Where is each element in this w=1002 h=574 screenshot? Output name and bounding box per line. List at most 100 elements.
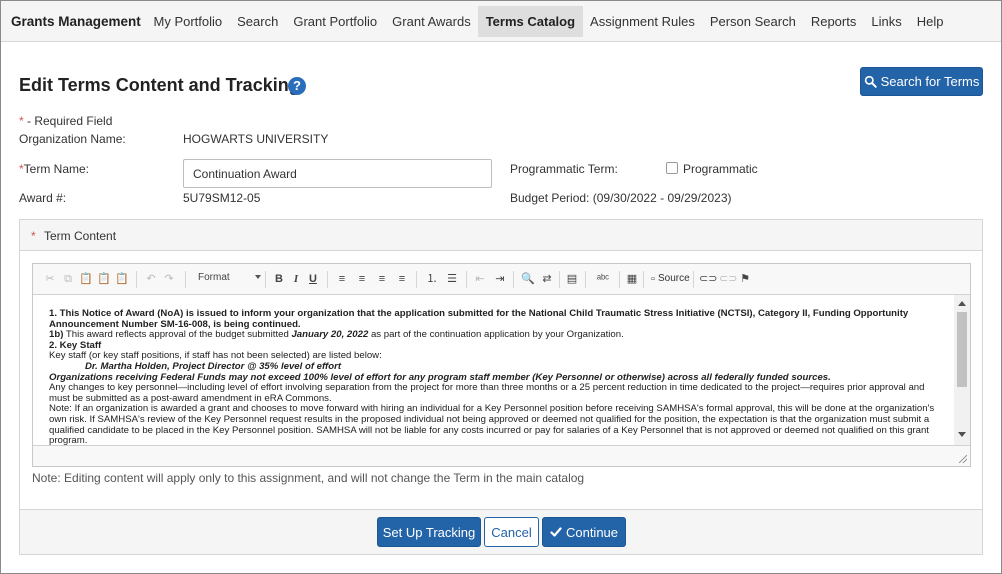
check-icon — [550, 527, 562, 537]
continue-button[interactable]: Continue — [542, 517, 626, 547]
content-key-person: Dr. Martha Holden, Project Director @ 35… — [85, 360, 342, 372]
term-name-input[interactable] — [183, 159, 492, 188]
copy-icon[interactable]: ⧉ — [61, 272, 75, 286]
indent-icon[interactable]: ⇥ — [493, 272, 507, 286]
find-icon[interactable]: 🔍 — [521, 272, 535, 286]
paste-text-icon[interactable]: 📋 — [97, 272, 111, 286]
award-number-label: Award #: — [19, 191, 67, 205]
nav-item-search[interactable]: Search — [230, 6, 286, 37]
toolbar-divider — [513, 271, 514, 288]
italic-icon[interactable]: I — [289, 272, 303, 286]
search-for-terms-button[interactable]: Search for Terms — [860, 67, 983, 96]
editor-toolbar: ✂ ⧉ 📋 📋 📋 ↶ ↷ Format B I U ≡ ≡ ≡ ≡ ⒈ ☰ ⇤ — [33, 264, 970, 295]
nav-item-person-search[interactable]: Person Search — [702, 6, 803, 37]
content-date: January 20, 2022 — [291, 329, 369, 341]
toolbar-divider — [643, 271, 644, 288]
brand[interactable]: Grants Management — [11, 14, 141, 29]
content-paragraph: Any changes to key personnel—including l… — [49, 382, 925, 404]
paste-word-icon[interactable]: 📋 — [115, 272, 129, 286]
continue-label: Continue — [565, 524, 619, 540]
toolbar-divider — [585, 271, 586, 288]
set-up-tracking-button[interactable]: Set Up Tracking — [377, 517, 481, 547]
spellcheck-icon[interactable]: ᵃᵇᶜ — [593, 272, 613, 286]
programmatic-checkbox-label[interactable]: Programmatic — [683, 162, 758, 176]
toolbar-divider — [693, 271, 694, 288]
template-icon[interactable]: ▤ — [565, 272, 579, 286]
org-name-label: Organization Name: — [19, 132, 126, 146]
nav-item-reports[interactable]: Reports — [803, 6, 864, 37]
toolbar-divider — [559, 271, 560, 288]
org-name-value: HOGWARTS UNIVERSITY — [183, 132, 329, 146]
scroll-down-icon[interactable] — [958, 432, 966, 437]
nav-item-my-portfolio[interactable]: My Portfolio — [146, 6, 230, 37]
redo-icon[interactable]: ↷ — [162, 272, 176, 286]
source-button[interactable]: Source — [658, 273, 690, 284]
link-icon[interactable]: ⊂⊃ — [699, 272, 717, 286]
required-field-note: * - Required Field — [19, 114, 112, 128]
table-icon[interactable]: ▦ — [625, 272, 639, 286]
replace-icon[interactable]: ⇄ — [540, 272, 554, 286]
editor-content[interactable]: 1. This Notice of Award (NoA) is issued … — [33, 295, 954, 445]
term-content-panel: * Term Content ✂ ⧉ 📋 📋 📋 ↶ ↷ Format B I … — [19, 219, 983, 510]
anchor-flag-icon[interactable]: ⚑ — [738, 272, 752, 286]
required-field-text: - Required Field — [23, 114, 113, 128]
rich-text-editor: ✂ ⧉ 📋 📋 📋 ↶ ↷ Format B I U ≡ ≡ ≡ ≡ ⒈ ☰ ⇤ — [32, 263, 971, 467]
nav-item-assignment-rules[interactable]: Assignment Rules — [583, 6, 703, 37]
nav-item-links[interactable]: Links — [864, 6, 909, 37]
nav-item-terms-catalog[interactable]: Terms Catalog — [478, 6, 583, 37]
paste-icon[interactable]: 📋 — [79, 272, 93, 286]
content-text: This award reflects approval of the budg… — [63, 329, 292, 341]
term-content-title: Term Content — [44, 229, 117, 243]
underline-icon[interactable]: U — [306, 272, 320, 286]
award-number-value: 5U79SM12-05 — [183, 191, 261, 205]
help-icon[interactable]: ? — [288, 77, 306, 95]
toolbar-divider — [416, 271, 417, 288]
format-caret-icon[interactable] — [255, 275, 261, 279]
nav-item-help[interactable]: Help — [909, 6, 951, 37]
search-for-terms-label: Search for Terms — [880, 74, 980, 89]
programmatic-checkbox[interactable] — [666, 162, 678, 174]
align-center-icon[interactable]: ≡ — [355, 272, 369, 286]
content-paragraph: Note: If an organization is awarded a gr… — [49, 403, 935, 445]
editor-footer — [33, 445, 970, 466]
toolbar-divider — [185, 271, 186, 288]
form-footer: Set Up Tracking Cancel Continue — [19, 510, 983, 555]
scroll-thumb[interactable] — [957, 312, 967, 387]
cancel-button[interactable]: Cancel — [484, 517, 539, 547]
nav-item-grant-awards[interactable]: Grant Awards — [385, 6, 479, 37]
unlink-icon[interactable]: ⊂⊃ — [719, 272, 737, 286]
nav-items: My Portfolio Search Grant Portfolio Gran… — [146, 6, 951, 37]
undo-icon[interactable]: ↶ — [144, 272, 158, 286]
budget-period: Budget Period: (09/30/2022 - 09/29/2023) — [510, 191, 732, 205]
content-paragraph: 1b) This award reflects approval of the … — [49, 329, 944, 341]
content-text: as part of the continuation application … — [368, 329, 624, 341]
bold-icon[interactable]: B — [272, 272, 286, 286]
align-justify-icon[interactable]: ≡ — [395, 272, 409, 286]
align-left-icon[interactable]: ≡ — [335, 272, 349, 286]
format-dropdown[interactable]: Format — [198, 272, 230, 283]
top-navbar: Grants Management My Portfolio Search Gr… — [1, 1, 1001, 42]
page-title: Edit Terms Content and Tracking — [19, 75, 300, 95]
editor-scrollbar[interactable] — [954, 295, 970, 445]
toolbar-divider — [136, 271, 137, 288]
cut-icon[interactable]: ✂ — [43, 272, 57, 286]
toolbar-divider — [466, 271, 467, 288]
resize-grip-icon[interactable] — [959, 455, 967, 463]
nav-item-grant-portfolio[interactable]: Grant Portfolio — [286, 6, 385, 37]
term-name-label-text: Term Name: — [23, 162, 90, 176]
required-star: * — [31, 229, 36, 243]
outdent-icon[interactable]: ⇤ — [473, 272, 487, 286]
toolbar-divider — [619, 271, 620, 288]
content-paragraph: 1. This Notice of Award (NoA) is issued … — [49, 308, 909, 330]
term-content-heading: * Term Content — [20, 220, 982, 251]
scroll-up-icon[interactable] — [958, 301, 966, 306]
search-icon — [864, 75, 877, 88]
programmatic-term-label: Programmatic Term: — [510, 162, 618, 176]
align-right-icon[interactable]: ≡ — [375, 272, 389, 286]
editor-note: Note: Editing content will apply only to… — [32, 471, 585, 485]
bulleted-list-icon[interactable]: ☰ — [445, 272, 459, 286]
numbered-list-icon[interactable]: ⒈ — [425, 272, 439, 286]
toolbar-divider — [327, 271, 328, 288]
content-lead: 1b) — [49, 329, 64, 341]
term-name-label: *Term Name: — [19, 162, 89, 176]
